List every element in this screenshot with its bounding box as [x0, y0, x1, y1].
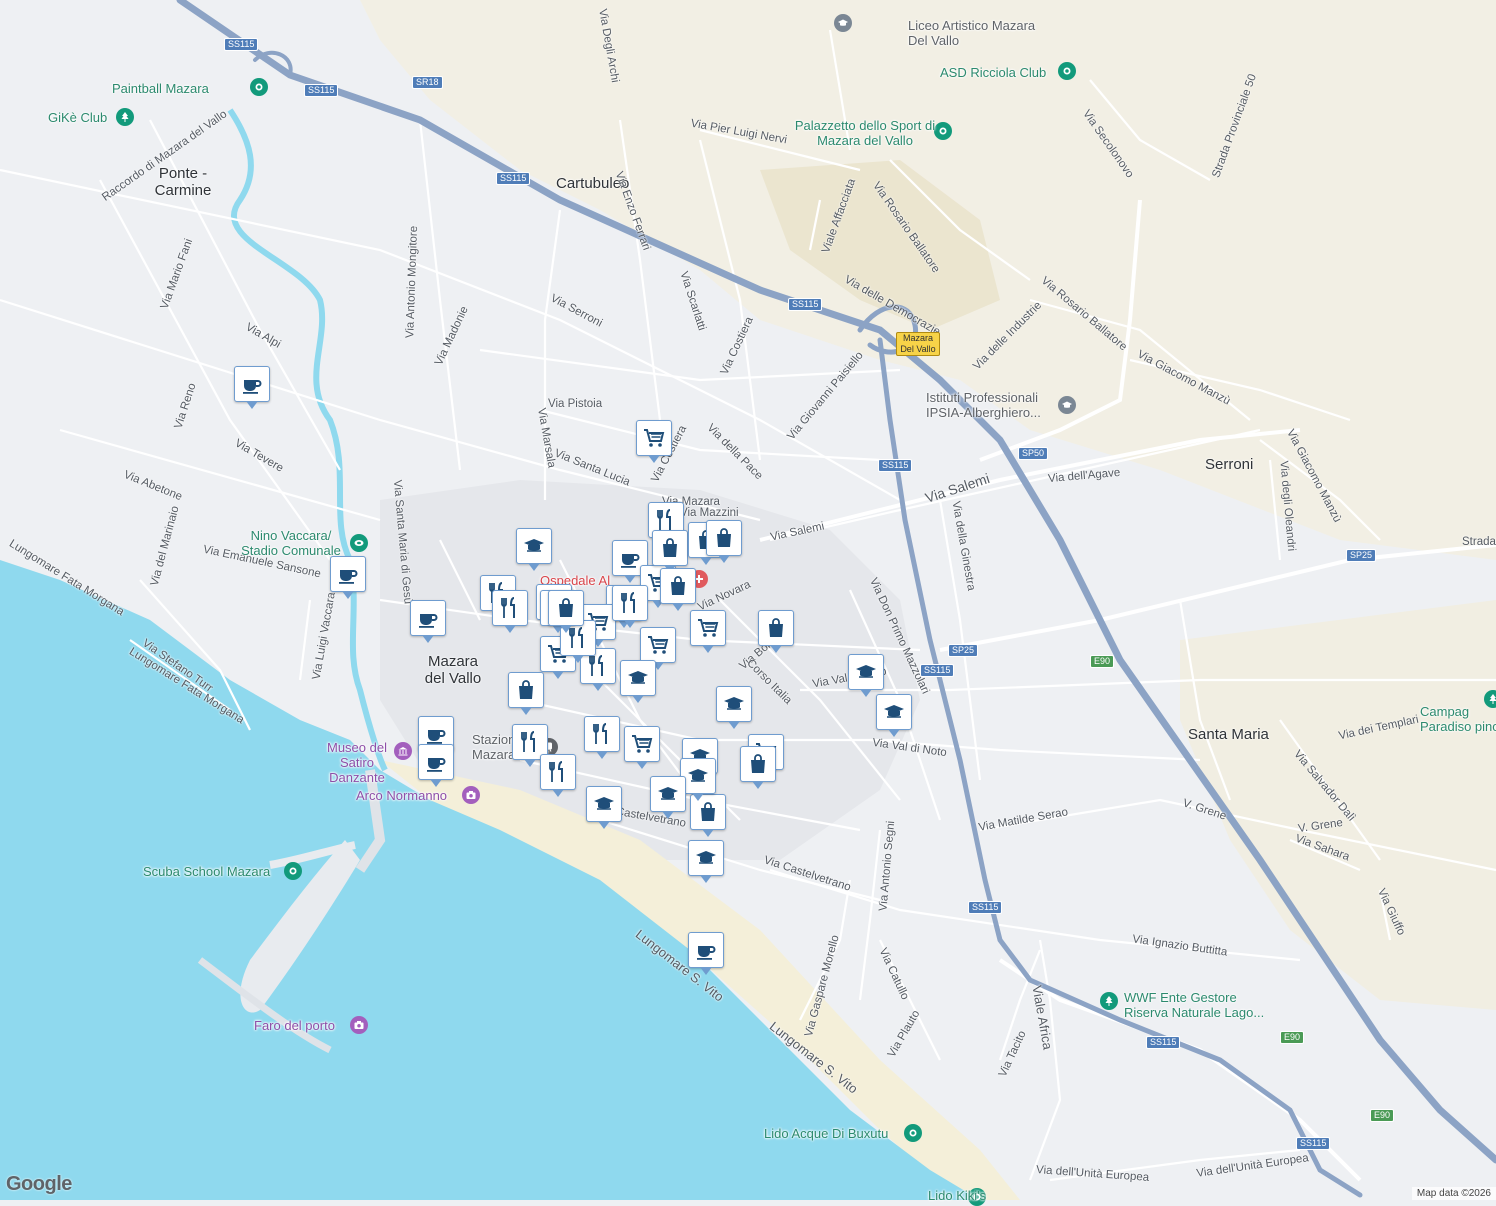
cart-icon[interactable] — [636, 420, 672, 463]
place-label: Serroni — [1205, 456, 1254, 473]
road-shield: SS115 — [496, 172, 531, 185]
poi-label[interactable]: Paintball Mazara — [112, 81, 209, 96]
place-label: Santa Maria — [1188, 726, 1269, 743]
road-shield: SS115 — [920, 664, 955, 677]
school-icon[interactable] — [848, 654, 884, 697]
road-shield: SP25 — [948, 644, 979, 657]
school-icon[interactable] — [876, 694, 912, 737]
bag-icon[interactable] — [652, 530, 688, 573]
road-shield: E90 — [1280, 1031, 1305, 1044]
school-icon[interactable] — [834, 14, 852, 32]
road-shield: E90 — [1370, 1109, 1395, 1122]
school-icon[interactable] — [650, 776, 686, 819]
road-shield: SP50 — [1018, 447, 1049, 460]
poi-label[interactable]: Palazzetto dello Sport di Mazara del Val… — [790, 118, 940, 148]
cafe-icon[interactable] — [410, 600, 446, 643]
restaurant-icon[interactable] — [492, 590, 528, 633]
poi-label[interactable]: Lido Acque Di Buxutu — [764, 1126, 888, 1141]
cart-icon[interactable] — [624, 726, 660, 769]
bag-icon[interactable] — [508, 672, 544, 715]
poi-label[interactable]: Istituti Professionali IPSIA-Alberghiero… — [926, 390, 1056, 420]
map-canvas[interactable] — [0, 0, 1496, 1200]
cafe-icon[interactable] — [234, 366, 270, 409]
google-logo: Google — [6, 1173, 72, 1195]
cart-icon[interactable] — [640, 627, 676, 670]
bag-icon[interactable] — [758, 610, 794, 653]
road-shield: SS115 — [224, 38, 259, 51]
poi-label[interactable]: GiKè Club — [48, 110, 107, 125]
restaurant-icon[interactable] — [612, 585, 648, 628]
street-label: Via Pistoia — [548, 398, 603, 410]
road-shield: SS115 — [1296, 1137, 1331, 1150]
sports-icon[interactable] — [1058, 62, 1076, 80]
poi-label[interactable]: Arco Normanno — [356, 788, 447, 803]
poi-label[interactable]: Lido Kiki's — [928, 1188, 986, 1203]
road-shield: SS115 — [788, 298, 823, 311]
school-icon[interactable] — [716, 686, 752, 729]
cafe-icon[interactable] — [688, 932, 724, 975]
sports-icon[interactable] — [904, 1124, 922, 1142]
map-attribution[interactable]: Map data ©2026 — [1411, 1187, 1496, 1200]
poi-label[interactable]: Scuba School Mazara — [143, 864, 270, 879]
poi-label[interactable]: Museo del Satiro Danzante — [322, 740, 392, 785]
poi-label[interactable]: Liceo Artistico Mazara Del Vallo — [908, 18, 1048, 48]
sports-icon[interactable] — [250, 78, 268, 96]
school-icon[interactable] — [516, 528, 552, 571]
road-shield: SR18 — [412, 76, 443, 89]
poi-label[interactable]: Nino Vaccara/ Stadio Comunale — [236, 528, 346, 558]
river — [227, 108, 388, 772]
poi-label[interactable]: Faro del porto — [254, 1018, 335, 1033]
cafe-icon[interactable] — [418, 744, 454, 787]
sports-icon[interactable] — [284, 862, 302, 880]
bag-icon[interactable] — [706, 520, 742, 563]
bag-icon[interactable] — [548, 590, 584, 633]
restaurant-icon[interactable] — [584, 716, 620, 759]
school-icon[interactable] — [586, 786, 622, 829]
bag-icon[interactable] — [740, 746, 776, 789]
cart-icon[interactable] — [690, 610, 726, 653]
road-shield: SS115 — [304, 84, 339, 97]
stadium-icon[interactable] — [350, 534, 368, 552]
poi-label[interactable]: ASD Ricciola Club — [940, 65, 1046, 80]
restaurant-icon[interactable] — [540, 754, 576, 797]
road-shield: SS115 — [1146, 1036, 1181, 1049]
road-shield: SS115 — [878, 459, 913, 472]
camera-icon[interactable] — [462, 786, 480, 804]
road-shield: SP25 — [1346, 549, 1377, 562]
road-shield: SS115 — [968, 901, 1003, 914]
tree-icon[interactable] — [1100, 992, 1118, 1010]
poi-label[interactable]: Campag Paradiso pino — [1420, 704, 1496, 734]
poi-label[interactable]: WWF Ente Gestore Riserva Naturale Lago..… — [1124, 990, 1274, 1020]
school-icon[interactable] — [620, 660, 656, 703]
tree-icon[interactable] — [116, 108, 134, 126]
bag-icon[interactable] — [660, 568, 696, 611]
road-shield: E90 — [1090, 655, 1115, 668]
street-label: Via Mazzini — [680, 507, 739, 519]
cafe-icon[interactable] — [330, 556, 366, 599]
street-label: Strada — [1462, 536, 1496, 548]
camera-icon[interactable] — [350, 1016, 368, 1034]
place-label: Ponte - Carmine — [154, 165, 212, 199]
school-icon[interactable] — [688, 840, 724, 883]
school-icon[interactable] — [1058, 396, 1076, 414]
place-label: Mazara del Vallo — [424, 653, 482, 687]
museum-icon[interactable] — [394, 742, 412, 760]
road-shield: Mazara Del Vallo — [896, 332, 940, 356]
